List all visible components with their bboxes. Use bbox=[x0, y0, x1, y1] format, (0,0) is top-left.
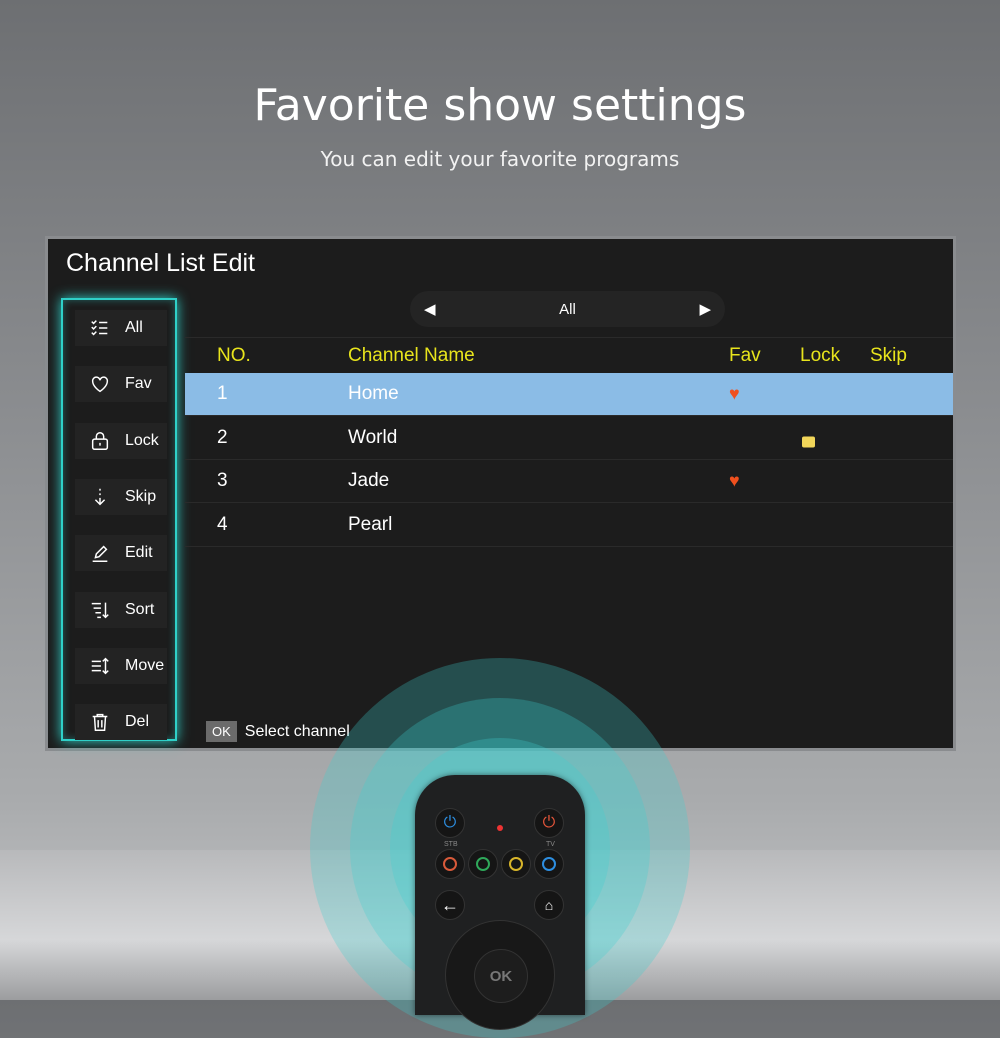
power-icon: ⏻ bbox=[443, 814, 457, 831]
heart-icon bbox=[91, 376, 109, 393]
channel-row[interactable]: 3 Jade ♥ bbox=[185, 460, 953, 503]
footer-hint: OK Select channel bbox=[206, 721, 350, 742]
back-arrow-icon: ← bbox=[441, 894, 459, 915]
yellow-button[interactable] bbox=[501, 849, 531, 879]
pencil-icon bbox=[92, 545, 108, 563]
sidebar-item-move[interactable]: Move bbox=[75, 647, 167, 684]
channel-name: Home bbox=[348, 383, 399, 404]
sidebar-item-del[interactable]: Del bbox=[75, 704, 167, 741]
sidebar-item-lock[interactable]: Lock bbox=[75, 422, 167, 459]
red-button[interactable] bbox=[435, 849, 465, 879]
arrow-down-icon bbox=[94, 488, 106, 506]
sidebar-item-label: Del bbox=[125, 713, 150, 731]
table-header: NO. Channel Name Fav Lock Skip bbox=[185, 337, 953, 373]
tv-power-button[interactable]: ⏻ bbox=[534, 808, 564, 838]
ok-button[interactable]: OK bbox=[474, 949, 528, 1003]
sort-icon bbox=[91, 602, 109, 618]
lock-icon bbox=[91, 431, 109, 450]
channel-name: Jade bbox=[348, 470, 390, 491]
sidebar-item-sort[interactable]: Sort bbox=[75, 591, 167, 628]
home-icon: ⌂ bbox=[544, 897, 554, 913]
sidebar-item-label: Sort bbox=[125, 600, 155, 618]
hero-subtitle: You can edit your favorite programs bbox=[320, 147, 680, 171]
sidebar-item-label: All bbox=[125, 319, 143, 336]
channel-number: 2 bbox=[217, 426, 228, 448]
channel-number: 3 bbox=[217, 470, 228, 491]
move-icon bbox=[91, 657, 109, 675]
prev-arrow-icon[interactable]: ◀ bbox=[424, 300, 436, 318]
col-no: NO. bbox=[217, 344, 251, 366]
col-fav: Fav bbox=[729, 344, 761, 366]
channel-row[interactable]: 4 Pearl bbox=[185, 504, 953, 547]
col-name: Channel Name bbox=[348, 344, 475, 366]
led-indicator bbox=[497, 825, 503, 831]
power-icon: ⏻ bbox=[542, 814, 556, 831]
col-lock: Lock bbox=[800, 344, 841, 366]
blue-button[interactable] bbox=[534, 849, 564, 879]
stb-label: STB bbox=[444, 841, 458, 848]
back-button[interactable]: ← bbox=[435, 890, 465, 920]
channel-row[interactable]: 1 Home ♥ bbox=[185, 373, 953, 416]
sidebar-item-all[interactable]: All bbox=[75, 310, 167, 346]
sidebar-item-label: Skip bbox=[125, 487, 157, 505]
channel-row[interactable]: 2 World bbox=[185, 417, 953, 460]
next-arrow-icon[interactable]: ▶ bbox=[699, 300, 711, 318]
filter-value: All bbox=[559, 300, 576, 318]
channel-name: World bbox=[348, 426, 398, 448]
dpad[interactable]: OK bbox=[445, 920, 555, 1030]
home-button[interactable]: ⌂ bbox=[534, 890, 564, 920]
tv-label: TV bbox=[546, 841, 555, 848]
heart-icon: ♥ bbox=[729, 470, 740, 491]
hero-title: Favorite show settings bbox=[253, 80, 747, 131]
sidebar-item-fav[interactable]: Fav bbox=[75, 366, 167, 403]
lock-icon bbox=[802, 436, 815, 447]
channel-number: 4 bbox=[217, 513, 228, 535]
sidebar-item-label: Edit bbox=[125, 544, 153, 562]
sidebar-item-label: Lock bbox=[125, 431, 159, 449]
heart-icon: ♥ bbox=[729, 383, 740, 404]
hint-text: Select channel bbox=[244, 722, 350, 740]
screen-title: Channel List Edit bbox=[66, 249, 256, 277]
sidebar: All Fav Lock Skip Edit Sort Move Del bbox=[61, 298, 177, 741]
sidebar-item-skip[interactable]: Skip bbox=[75, 478, 167, 515]
checklist-icon bbox=[91, 320, 108, 336]
filter-selector[interactable]: ◀ All ▶ bbox=[410, 291, 725, 327]
stb-power-button[interactable]: ⏻ bbox=[435, 808, 465, 838]
remote-control: ⏻ ⏻ STB TV ← ⌂ OK bbox=[415, 775, 585, 1030]
green-button[interactable] bbox=[468, 849, 498, 879]
sidebar-item-label: Fav bbox=[125, 375, 152, 393]
channel-number: 1 bbox=[217, 383, 228, 404]
trash-icon bbox=[92, 714, 108, 732]
sidebar-item-edit[interactable]: Edit bbox=[75, 535, 167, 572]
sidebar-item-label: Move bbox=[125, 656, 165, 674]
ok-key: OK bbox=[206, 721, 237, 742]
channel-name: Pearl bbox=[348, 513, 393, 535]
col-skip: Skip bbox=[870, 344, 907, 366]
